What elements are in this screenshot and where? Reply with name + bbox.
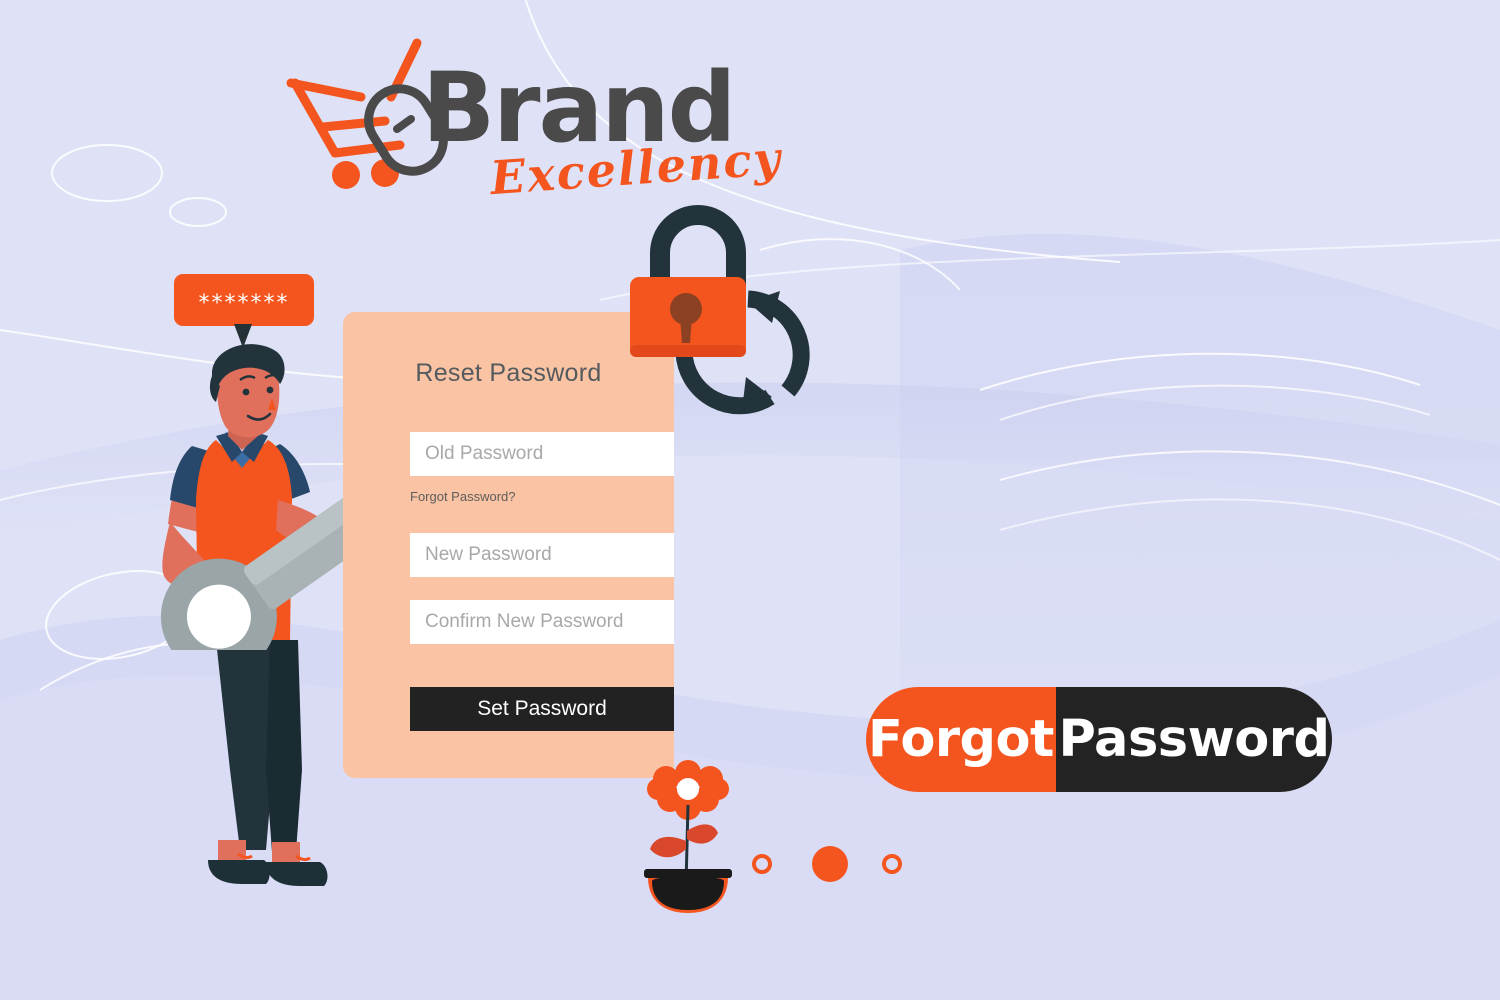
carousel-dots[interactable] [752, 845, 907, 887]
carousel-dot-2-active[interactable] [812, 846, 848, 882]
masked-password-text: ******* [198, 291, 290, 316]
forgot-password-link[interactable]: Forgot Password? [410, 489, 516, 504]
brand-logo[interactable]: Brand Excellency [285, 35, 825, 205]
forgot-password-badge[interactable]: Forgot Password [866, 687, 1332, 792]
badge-password-text: Password [1058, 710, 1330, 769]
badge-left-half: Forgot [866, 687, 1056, 792]
page-canvas: Brand Excellency ******* Reset Password … [0, 0, 1500, 1000]
padlock-reset-icon [630, 205, 810, 415]
new-password-placeholder: New Password [425, 544, 552, 565]
confirm-new-password-placeholder: Confirm New Password [425, 611, 624, 632]
confirm-new-password-field[interactable]: Confirm New Password [410, 600, 674, 644]
badge-forgot-text: Forgot [868, 710, 1054, 769]
set-password-button[interactable]: Set Password [410, 687, 674, 731]
old-password-field[interactable]: Old Password [410, 432, 674, 476]
potted-flower-icon [644, 760, 732, 913]
carousel-dot-1[interactable] [752, 854, 772, 874]
new-password-field[interactable]: New Password [410, 533, 674, 577]
set-password-button-label: Set Password [477, 697, 607, 720]
password-speech-bubble: ******* [174, 274, 314, 326]
badge-right-half: Password [1056, 687, 1332, 792]
old-password-placeholder: Old Password [425, 443, 544, 464]
carousel-dot-3[interactable] [882, 854, 902, 874]
